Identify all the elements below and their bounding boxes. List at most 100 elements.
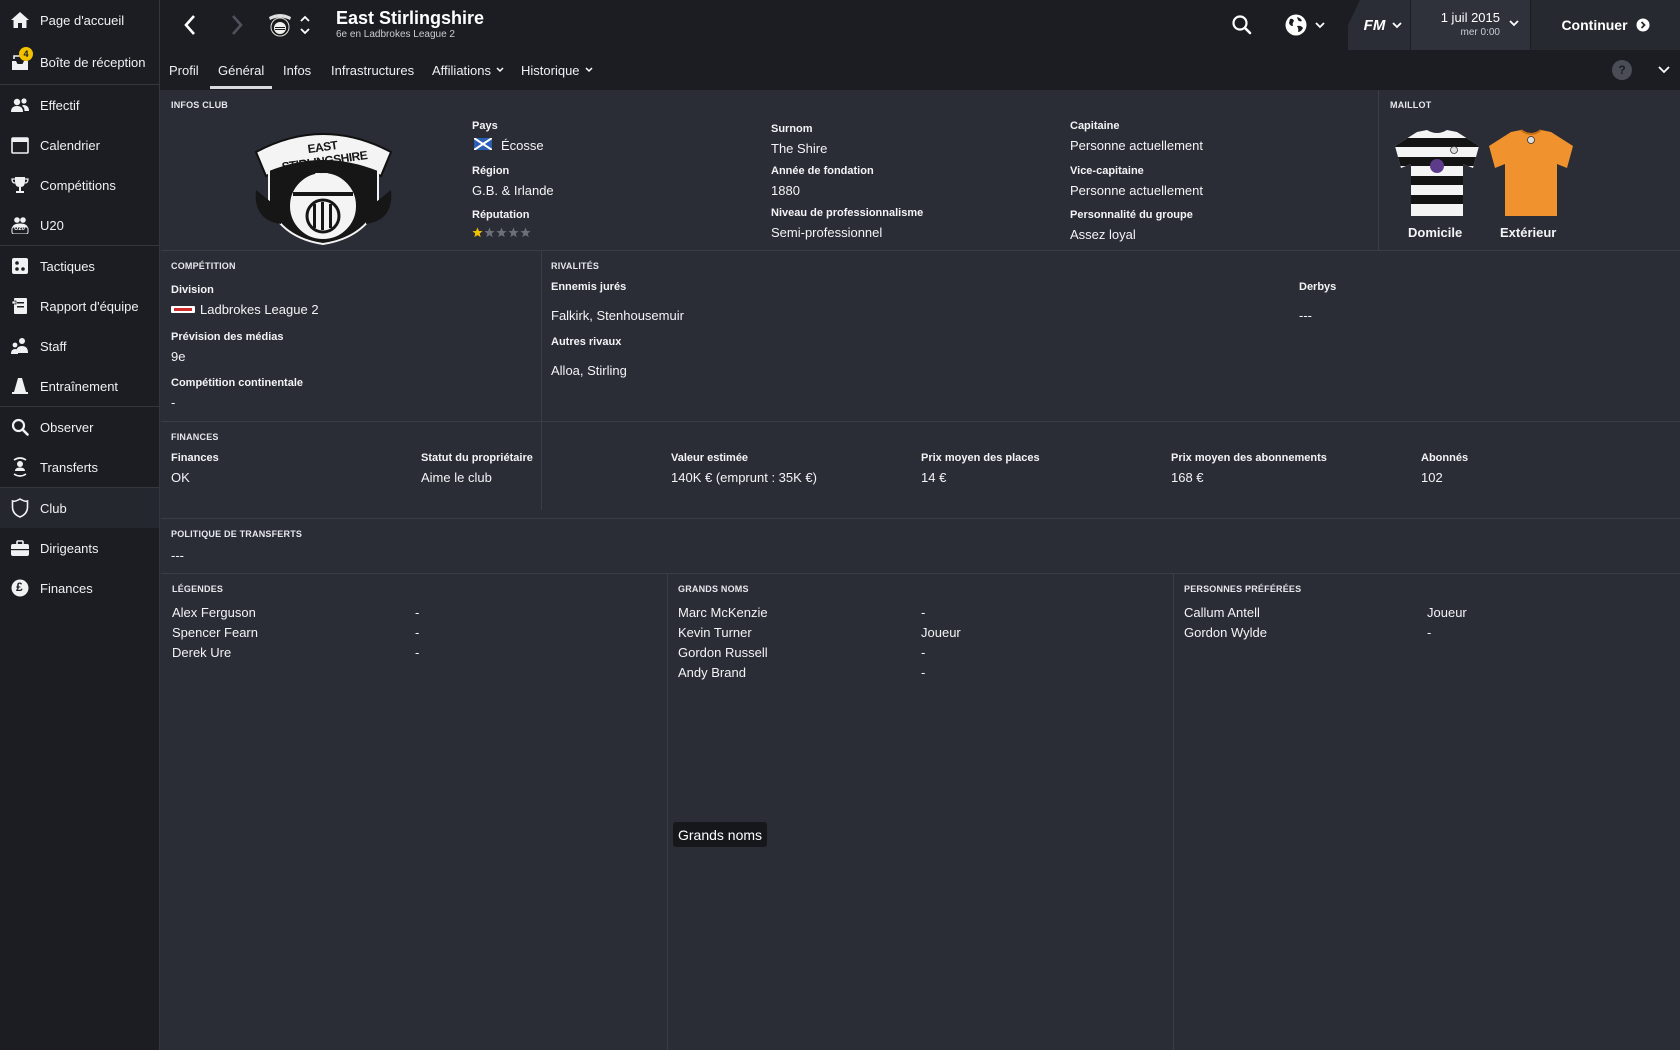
club-crest-small-icon[interactable] [266,11,294,39]
media-prediction-label: Prévision des médias [171,331,284,343]
tab-historique[interactable]: Historique [521,50,594,90]
tab-profil[interactable]: Profil [169,50,199,90]
help-button[interactable]: ? [1612,60,1632,80]
tab-label: Infos [283,62,312,78]
sidebar-item-label: U20 [40,217,64,233]
pound-icon: £ [10,578,30,598]
chevron-down-icon [1392,22,1402,29]
owner-status-label: Statut du propriétaire [421,452,533,464]
world-menu-button[interactable] [1284,12,1328,38]
crest-lettering-mid: F.C. [314,172,333,183]
top-header: East Stirlingshire 6e en Ladbrokes Leagu… [160,0,1680,50]
scout-search-icon [10,417,30,437]
section-title-finances: FINANCES [171,432,219,442]
avg-season-ticket-value: 168 € [1171,470,1204,485]
sidebar-item-training[interactable]: Entraînement [0,366,159,406]
owner-status-value: Aime le club [421,470,492,485]
arrow-right-circle-icon [1636,18,1650,32]
sidebar-item-finances[interactable]: £ Finances [0,568,159,608]
star-icon [496,227,507,238]
nickname-value: The Shire [771,141,828,156]
tab-label: Infrastructures [331,62,415,78]
country-value[interactable]: Écosse [501,138,544,153]
chevron-right-icon [232,15,243,35]
country-label: Pays [472,120,498,132]
continue-button[interactable]: Continuer [1531,0,1680,50]
sidebar-group-tactics: Tactiques Rapport d'équipe Staff Entraîn… [0,246,159,407]
big-name-name[interactable]: Kevin Turner [678,625,752,640]
sidebar-item-scouting[interactable]: Observer [0,407,159,447]
group-personality-value: Assez loyal [1070,227,1136,242]
derbies-value: --- [1299,308,1312,323]
continental-competition-label: Compétition continentale [171,377,303,389]
divider [161,250,1680,251]
sidebar-item-staff[interactable]: Staff [0,326,159,366]
sidebar-item-tactics[interactable]: Tactiques [0,246,159,286]
club-overview-panel: INFOS CLUB EAST STIRLINGSHIRE F.C. Pays … [161,90,1680,1050]
date-button[interactable]: 1 juil 2015 mer 0:00 [1410,0,1530,50]
captain-label: Capitaine [1070,120,1120,132]
favoured-name[interactable]: Callum Antell [1184,605,1260,620]
back-button[interactable] [179,12,201,38]
sidebar-item-transfers[interactable]: Transferts [0,447,159,487]
sidebar-item-competitions[interactable]: Compétitions [0,165,159,205]
search-button[interactable] [1230,13,1254,37]
tab-affiliations[interactable]: Affiliations [432,50,505,90]
inbox-count-badge: 4 [19,47,33,61]
chevron-down-icon [1509,20,1519,27]
home-icon [10,10,30,30]
estimated-value-label: Valeur estimée [671,452,749,464]
estimated-value-value: 140K € (emprunt : 35K €) [671,470,817,485]
sidebar-item-u20[interactable]: U20 U20 [0,205,159,245]
region-label: Région [472,165,510,177]
tab-infos[interactable]: Infos [283,50,311,90]
pound-icon-text: £ [16,580,23,594]
sidebar-item-inbox[interactable]: 4 Boîte de réception [0,40,159,84]
current-date: 1 juil 2015 [1440,10,1500,25]
legend-name[interactable]: Spencer Fearn [172,625,258,640]
sidebar-item-team-report[interactable]: Rapport d'équipe [0,286,159,326]
sidebar-item-calendar[interactable]: Calendrier [0,125,159,165]
sidebar-item-squad[interactable]: Effectif [0,85,159,125]
finances-label: Finances [171,452,219,464]
legend-name[interactable]: Derek Ure [172,645,231,660]
sidebar-item-board[interactable]: Dirigeants [0,528,159,568]
chevron-down-icon [1658,66,1670,74]
club-switch-arrows[interactable] [298,12,312,38]
legend-name[interactable]: Alex Ferguson [172,605,256,620]
group-personality-label: Personnalité du groupe [1070,209,1193,221]
sidebar-item-label: Rapport d'équipe [40,298,139,314]
chevron-down-icon [1315,22,1325,29]
club-crest: EAST STIRLINGSHIRE F.C. [251,120,396,250]
legend-role: - [415,605,420,620]
sidebar-item-home[interactable]: Page d'accueil [0,0,159,40]
division-value[interactable]: Ladbrokes League 2 [200,302,319,317]
sidebar: Page d'accueil 4 Boîte de réception Effe… [0,0,160,1050]
divider [1378,90,1379,250]
chevron-left-icon [184,15,195,35]
big-name-name[interactable]: Marc McKenzie [678,605,768,620]
away-kit-shirt[interactable] [1487,128,1575,218]
sworn-enemies-label: Ennemis jurés [551,281,627,293]
tab-infrastructures[interactable]: Infrastructures [331,50,414,90]
favoured-role: Joueur [1427,605,1467,620]
big-name-name[interactable]: Andy Brand [678,665,746,680]
fm-logo: FM [1363,16,1386,34]
tab-general[interactable]: Général [209,50,273,90]
avg-season-ticket-label: Prix moyen des abonnements [1171,452,1327,464]
page-subtitle: 6e en Ladbrokes League 2 [336,29,455,40]
forward-button[interactable] [226,12,248,38]
tactics-icon [10,256,30,276]
favoured-name[interactable]: Gordon Wylde [1184,625,1267,640]
home-kit-shirt[interactable] [1393,128,1481,218]
big-name-name[interactable]: Gordon Russell [678,645,768,660]
tab-label: Général [218,62,265,78]
page-title: East Stirlingshire [336,8,485,28]
tab-label: Affiliations [432,62,492,78]
globe-icon [1285,14,1307,36]
transfer-policy-value: --- [171,548,184,563]
fm-menu-button[interactable]: FM [1348,0,1419,50]
section-title-favoured-personnel: PERSONNES PRÉFÉRÉES [1184,584,1302,594]
expand-menu-button[interactable] [1656,63,1672,77]
sidebar-item-club[interactable]: Club [0,488,159,528]
